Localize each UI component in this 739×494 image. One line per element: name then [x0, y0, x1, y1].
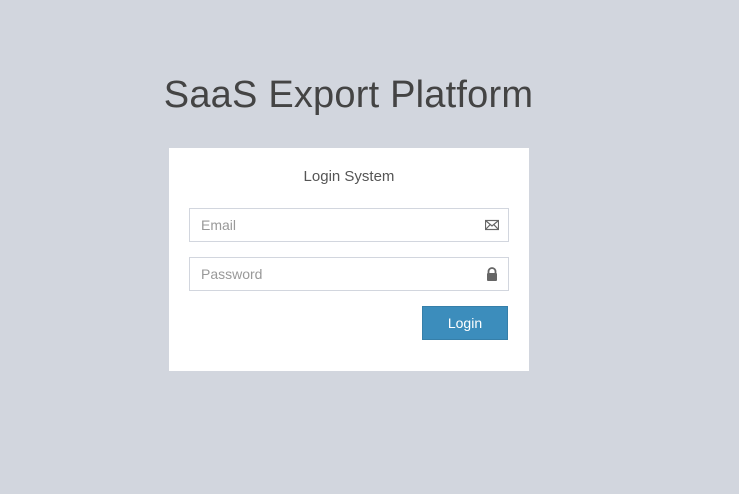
password-field[interactable] [189, 257, 509, 291]
login-box: Login System Login [169, 148, 529, 371]
lock-icon [485, 267, 499, 281]
email-input[interactable] [190, 209, 470, 241]
password-input[interactable] [190, 258, 470, 290]
page-title: SaaS Export Platform [163, 74, 534, 116]
email-field[interactable] [189, 208, 509, 242]
login-button[interactable]: Login [422, 306, 508, 340]
login-page: SaaS Export Platform Login System Email … [0, 0, 739, 494]
login-box-message: Login System [303, 168, 395, 185]
envelope-icon [484, 218, 500, 232]
